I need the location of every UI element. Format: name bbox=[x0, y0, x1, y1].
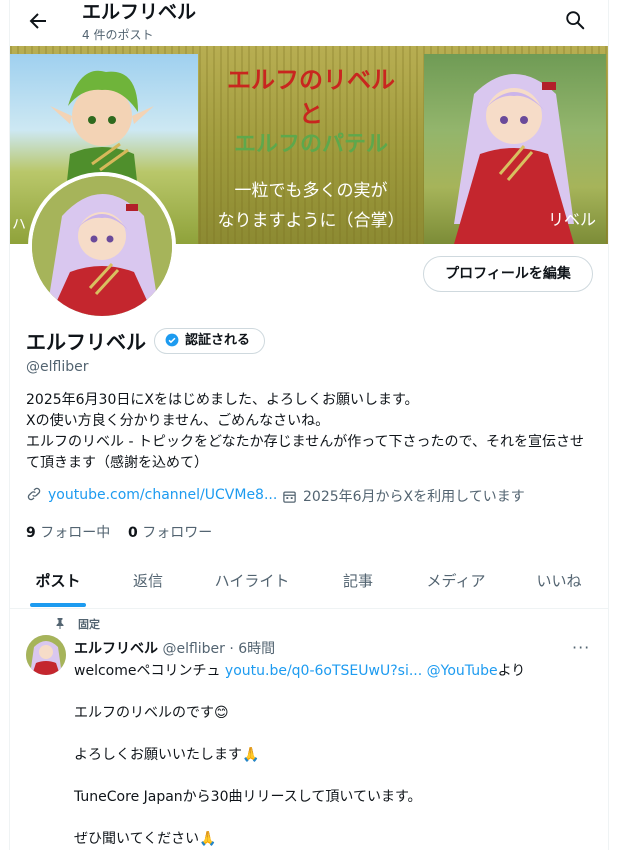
tweet-line: よろしくお願いいたします🙏 bbox=[74, 747, 260, 763]
profile-bio: 2025年6月30日にXをはじめました、よろしくお願いします。 Xの使い方良く分… bbox=[26, 390, 594, 474]
bio-line: Xの使い方良く分かりません、ごめんなさいね。 bbox=[26, 413, 330, 429]
tweet-text: より bbox=[497, 663, 526, 679]
tweet-youtube-link[interactable]: youtu.be/q0-6oTSEUwU?si... bbox=[225, 663, 422, 679]
tweet-mention[interactable]: @YouTube bbox=[422, 663, 498, 679]
banner-text-line3: エルフのパテル bbox=[233, 132, 388, 157]
banner-text-line5: なりますように（合掌） bbox=[217, 211, 405, 231]
back-arrow-icon[interactable] bbox=[26, 9, 50, 33]
tab-replies[interactable]: 返信 bbox=[106, 553, 190, 608]
profile-name: エルフリベル bbox=[26, 330, 146, 354]
tweet-line: ぜひ聞いてください🙏 bbox=[74, 831, 217, 847]
bio-line: エルフのリベル - トピックをどなたか存じませんが作って下さったので、それを宣伝… bbox=[26, 434, 584, 471]
verified-badge-icon bbox=[165, 333, 179, 347]
followers-label: フォロワー bbox=[142, 525, 213, 541]
following-link[interactable]: 9 フォロー中 bbox=[26, 522, 110, 542]
followers-link[interactable]: 0 フォロワー bbox=[128, 522, 212, 542]
profile-joined-date: 2025年6月からXを利用しています bbox=[282, 486, 525, 506]
banner-signature-left: ハ bbox=[12, 217, 26, 233]
top-bar: エルフリベル 4 件のポスト bbox=[10, 0, 608, 46]
tweet-line: エルフのリベルのです😊 bbox=[74, 705, 229, 721]
tab-likes[interactable]: いいね bbox=[510, 553, 608, 608]
banner-signature-right: リベル bbox=[548, 210, 597, 229]
following-count: 9 bbox=[26, 525, 36, 541]
active-tab-indicator bbox=[30, 603, 86, 607]
tab-highlights[interactable]: ハイライト bbox=[190, 553, 314, 608]
verified-label: 認証される bbox=[185, 333, 251, 348]
banner-text-line1: エルフのリベル bbox=[227, 66, 395, 94]
edit-profile-button[interactable]: プロフィールを編集 bbox=[423, 256, 593, 292]
pin-icon bbox=[56, 618, 64, 629]
profile-website-link[interactable]: youtube.com/channel/UCVMe8... bbox=[26, 486, 277, 503]
following-label: フォロー中 bbox=[40, 525, 111, 541]
tab-media[interactable]: メディア bbox=[402, 553, 510, 608]
banner-text-line2: と bbox=[299, 100, 323, 128]
banner-text-line4: 一粒でも多くの実が bbox=[234, 181, 388, 201]
profile-avatar[interactable] bbox=[28, 172, 176, 320]
tweet-line: TuneCore Japanから30曲リリースして頂いています。 bbox=[74, 789, 422, 805]
header-post-count: 4 件のポスト bbox=[82, 28, 154, 42]
link-icon bbox=[27, 487, 41, 501]
website-link-text[interactable]: youtube.com/channel/UCVMe8... bbox=[48, 487, 277, 503]
tweet-avatar[interactable] bbox=[26, 635, 66, 675]
profile-tabs: ポスト 返信 ハイライト 記事 メディア いいね bbox=[10, 553, 608, 609]
pinned-text: 固定 bbox=[78, 618, 100, 631]
tweet-author-name[interactable]: エルフリベル bbox=[74, 641, 158, 657]
get-verified-button[interactable]: 認証される bbox=[154, 328, 266, 354]
more-icon[interactable]: ··· bbox=[572, 638, 590, 657]
profile-column: エルフリベル 4 件のポスト エルフのリベル と エルフのパテル 一粒でも多くの… bbox=[9, 0, 609, 850]
tweet-text: welcomeペコリンチュ bbox=[74, 663, 225, 679]
followers-count: 0 bbox=[128, 525, 138, 541]
pinned-label: 固定 bbox=[54, 616, 100, 632]
tweet-header: エルフリベル @elfliber · 6時間 bbox=[74, 638, 275, 658]
tweet-line: welcomeペコリンチュ youtu.be/q0-6oTSEUwU?si...… bbox=[74, 661, 594, 682]
profile-handle: @elfliber bbox=[26, 359, 89, 375]
bio-line: 2025年6月30日にXをはじめました、よろしくお願いします。 bbox=[26, 392, 419, 408]
search-icon[interactable] bbox=[564, 9, 586, 31]
tweet-body: welcomeペコリンチュ youtu.be/q0-6oTSEUwU?si...… bbox=[74, 661, 594, 850]
tweet-handle-time[interactable]: @elfliber · 6時間 bbox=[162, 641, 275, 657]
tab-articles[interactable]: 記事 bbox=[314, 553, 402, 608]
calendar-icon bbox=[283, 491, 296, 503]
header-title: エルフリベル bbox=[82, 1, 197, 23]
joined-date-text: 2025年6月からXを利用しています bbox=[303, 489, 525, 505]
tab-posts[interactable]: ポスト bbox=[10, 553, 106, 608]
